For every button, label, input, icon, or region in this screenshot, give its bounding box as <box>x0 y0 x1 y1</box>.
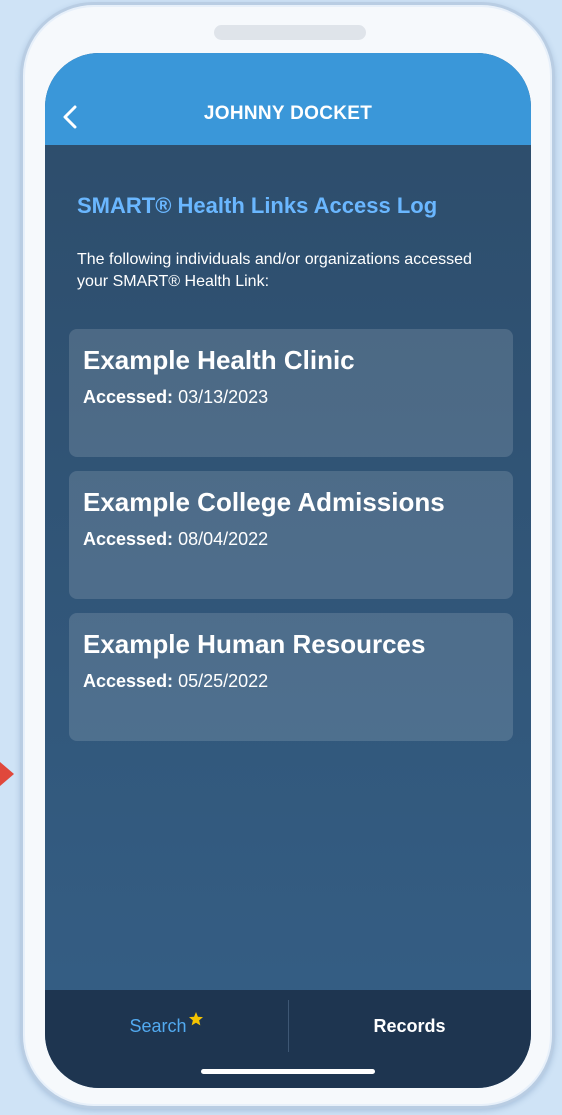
tab-records[interactable]: Records <box>288 990 531 1062</box>
phone-speaker <box>214 25 366 40</box>
phone-frame: JOHNNY DOCKET SMART® Health Links Access… <box>20 2 555 1109</box>
access-log-entry[interactable]: Example College Admissions Accessed: 08/… <box>69 471 513 599</box>
app-header: JOHNNY DOCKET <box>45 53 531 145</box>
app-screen: JOHNNY DOCKET SMART® Health Links Access… <box>45 53 531 1088</box>
bottom-tab-bar: Search Records <box>45 990 531 1088</box>
accessed-date: 05/25/2022 <box>178 671 269 691</box>
accessed-date: 03/13/2023 <box>178 387 269 407</box>
tab-search-label: Search <box>129 1015 187 1036</box>
access-log-description: The following individuals and/or organiz… <box>77 251 472 290</box>
entry-accessed: Accessed: 08/04/2022 <box>83 529 268 550</box>
pointer-arrow <box>0 762 14 786</box>
entry-accessed: Accessed: 05/25/2022 <box>83 671 268 692</box>
page-title: JOHNNY DOCKET <box>203 103 373 124</box>
home-indicator[interactable] <box>201 1069 375 1074</box>
accessed-label: Accessed: <box>83 529 174 549</box>
tab-records-label: Records <box>373 1015 446 1036</box>
access-log-entry[interactable]: Example Health Clinic Accessed: 03/13/20… <box>69 329 513 457</box>
page-background: JOHNNY DOCKET SMART® Health Links Access… <box>0 0 562 1115</box>
entry-name: Example College Admissions <box>83 487 445 517</box>
tab-search[interactable]: Search <box>45 990 288 1062</box>
accessed-label: Accessed: <box>83 671 174 691</box>
accessed-label: Accessed: <box>83 387 174 407</box>
access-log-title: SMART® Health Links Access Log <box>77 193 438 218</box>
accessed-date: 08/04/2022 <box>178 529 269 549</box>
entry-name: Example Human Resources <box>83 629 426 659</box>
access-log-entry[interactable]: Example Human Resources Accessed: 05/25/… <box>69 613 513 741</box>
star-icon <box>188 1012 203 1026</box>
entry-accessed: Accessed: 03/13/2023 <box>83 387 268 408</box>
entry-name: Example Health Clinic <box>83 345 355 375</box>
